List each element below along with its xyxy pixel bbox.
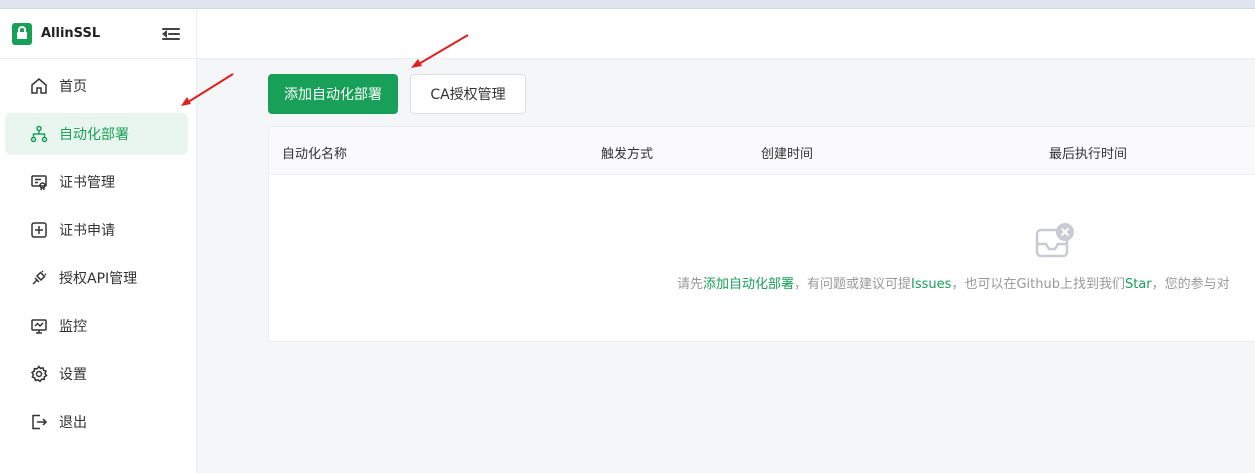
add-auto-deploy-button[interactable]: 添加自动化部署 bbox=[268, 74, 398, 114]
sidebar-item-monitor[interactable]: 监控 bbox=[5, 305, 188, 347]
sidebar: AllinSSL 首页 自动化部署 证书管理 证书申请 授权API管理 监控 设… bbox=[0, 9, 197, 473]
column-name: 自动化名称 bbox=[282, 147, 348, 162]
browser-top-strip bbox=[0, 0, 1255, 9]
workflow-table: 自动化名称 触发方式 创建时间 最后执行时间 请先添加自动化部署，有问题或建议可… bbox=[268, 126, 1255, 342]
empty-text-4: ，您的参与对 bbox=[1151, 277, 1230, 292]
annotation-arrow-sidebar bbox=[181, 73, 234, 106]
plus-square-icon bbox=[30, 221, 48, 239]
sidebar-item-label: 首页 bbox=[59, 79, 87, 95]
empty-text-3: ，也可以在Github上找到我们 bbox=[951, 277, 1125, 292]
sidebar-item-label: 自动化部署 bbox=[59, 127, 129, 143]
logout-icon bbox=[30, 413, 48, 431]
empty-text-2: ，有问题或建议可提 bbox=[794, 277, 912, 292]
sidebar-nav: 首页 自动化部署 证书管理 证书申请 授权API管理 监控 设置 退出 bbox=[0, 59, 196, 443]
annotation-arrow-button bbox=[411, 34, 469, 68]
column-last-run: 最后执行时间 bbox=[1049, 147, 1128, 162]
workflow-icon bbox=[30, 125, 48, 143]
ca-auth-manage-button[interactable]: CA授权管理 bbox=[410, 74, 526, 114]
empty-inbox-icon bbox=[1035, 222, 1075, 262]
add-auto-deploy-link[interactable]: 添加自动化部署 bbox=[703, 277, 794, 292]
api-plug-icon bbox=[30, 269, 48, 287]
sidebar-item-home[interactable]: 首页 bbox=[5, 65, 188, 107]
empty-message: 请先添加自动化部署，有问题或建议可提Issues，也可以在Github上找到我们… bbox=[677, 273, 1230, 292]
top-header bbox=[197, 9, 1255, 59]
sidebar-item-label: 证书管理 bbox=[59, 175, 115, 191]
brand: AllinSSL bbox=[0, 9, 196, 59]
table-header: 自动化名称 触发方式 创建时间 最后执行时间 bbox=[269, 127, 1255, 175]
sidebar-item-logout[interactable]: 退出 bbox=[5, 401, 188, 443]
column-trigger: 触发方式 bbox=[601, 147, 654, 162]
empty-text-1: 请先 bbox=[677, 277, 704, 292]
monitor-icon bbox=[30, 317, 48, 335]
sidebar-item-label: 设置 bbox=[59, 367, 87, 383]
sidebar-item-label: 证书申请 bbox=[59, 223, 115, 239]
column-created: 创建时间 bbox=[761, 147, 814, 162]
star-link[interactable]: Star bbox=[1125, 277, 1152, 292]
allinssl-logo-icon bbox=[12, 22, 32, 45]
sidebar-item-cert-manage[interactable]: 证书管理 bbox=[5, 161, 188, 203]
collapse-menu-icon[interactable] bbox=[162, 27, 180, 41]
sidebar-item-label: 退出 bbox=[59, 415, 87, 431]
home-icon bbox=[30, 77, 48, 95]
issues-link[interactable]: Issues bbox=[911, 277, 951, 292]
certificate-icon bbox=[30, 173, 48, 191]
sidebar-item-cert-apply[interactable]: 证书申请 bbox=[5, 209, 188, 251]
gear-icon bbox=[30, 365, 48, 383]
sidebar-item-label: 监控 bbox=[59, 319, 87, 335]
sidebar-item-auto-deploy[interactable]: 自动化部署 bbox=[5, 113, 188, 155]
sidebar-item-api-manage[interactable]: 授权API管理 bbox=[5, 257, 188, 299]
sidebar-item-settings[interactable]: 设置 bbox=[5, 353, 188, 395]
sidebar-item-label: 授权API管理 bbox=[59, 271, 138, 287]
brand-name: AllinSSL bbox=[41, 26, 101, 41]
